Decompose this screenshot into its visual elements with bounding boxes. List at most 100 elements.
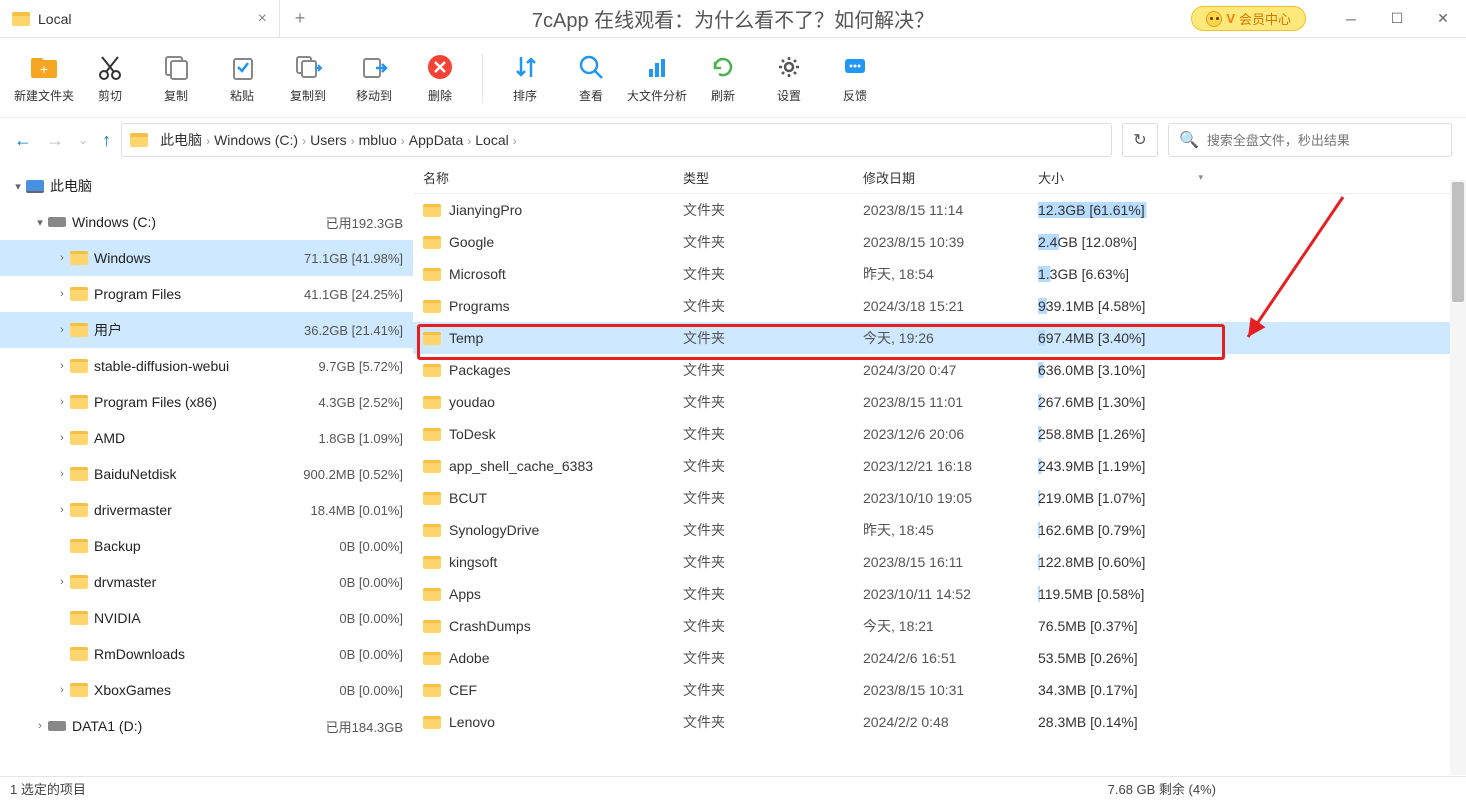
breadcrumb-item[interactable]: AppData <box>405 130 467 150</box>
chevron-icon[interactable]: ▾ <box>32 216 48 229</box>
sidebar-tree: ▾此电脑▾Windows (C:)已用192.3GB›Windows71.1GB… <box>0 162 413 776</box>
forward-button[interactable]: → <box>46 130 64 151</box>
tree-item[interactable]: ›Program Files (x86)4.3GB [2.52%] <box>0 384 413 420</box>
minimize-button[interactable]: ─ <box>1328 0 1374 38</box>
folder-icon <box>70 287 88 301</box>
breadcrumb-item[interactable]: mbluo <box>355 130 401 150</box>
vip-badge[interactable]: V 会员中心 <box>1191 6 1306 31</box>
chevron-icon[interactable]: › <box>54 468 70 480</box>
file-row[interactable]: CrashDumps文件夹今天, 18:2176.5MB [0.37%] <box>413 610 1466 642</box>
history-dropdown[interactable]: ⌄ <box>78 133 88 147</box>
tree-item[interactable]: ▾此电脑 <box>0 168 413 204</box>
address-row: ← → ⌄ ↑ 此电脑›Windows (C:)›Users›mbluo›App… <box>0 118 1466 162</box>
delete-icon <box>424 51 456 83</box>
chevron-icon[interactable]: › <box>54 684 70 696</box>
chevron-icon[interactable]: › <box>54 324 70 336</box>
file-row[interactable]: ToDesk文件夹2023/12/6 20:06258.8MB [1.26%] <box>413 418 1466 450</box>
breadcrumb-item[interactable]: Local <box>471 130 512 150</box>
tree-item[interactable]: ›DATA1 (D:)已用184.3GB <box>0 708 413 744</box>
tab-close-icon[interactable]: × <box>258 10 267 28</box>
chevron-icon[interactable]: › <box>54 504 70 516</box>
tool-sort[interactable]: 排序 <box>493 43 557 113</box>
col-name[interactable]: 名称 <box>413 168 683 187</box>
breadcrumb-item[interactable]: 此电脑 <box>156 130 206 150</box>
file-row[interactable]: BCUT文件夹2023/10/10 19:05219.0MB [1.07%] <box>413 482 1466 514</box>
breadcrumb-item[interactable]: Windows (C:) <box>210 130 302 150</box>
col-size[interactable]: 大小▾ <box>1038 168 1213 187</box>
tree-item[interactable]: Backup0B [0.00%] <box>0 528 413 564</box>
tool-move-to[interactable]: 移动到 <box>342 43 406 113</box>
file-row[interactable]: JianyingPro文件夹2023/8/15 11:1412.3GB [61.… <box>413 194 1466 226</box>
search-input[interactable] <box>1207 133 1441 148</box>
chevron-icon[interactable]: › <box>54 396 70 408</box>
breadcrumb-item[interactable]: Users <box>306 130 351 150</box>
tool-cut[interactable]: 剪切 <box>78 43 142 113</box>
refresh-button[interactable]: ↻ <box>1122 123 1158 157</box>
back-button[interactable]: ← <box>14 130 32 151</box>
file-row[interactable]: youdao文件夹2023/8/15 11:01267.6MB [1.30%] <box>413 386 1466 418</box>
tool-view[interactable]: 查看 <box>559 43 623 113</box>
file-row[interactable]: kingsoft文件夹2023/8/15 16:11122.8MB [0.60%… <box>413 546 1466 578</box>
col-date[interactable]: 修改日期 <box>863 168 1038 187</box>
up-button[interactable]: ↑ <box>102 130 111 151</box>
address-bar[interactable]: 此电脑›Windows (C:)›Users›mbluo›AppData›Loc… <box>121 123 1112 157</box>
tab-local[interactable]: Local × <box>0 0 280 38</box>
tree-item[interactable]: NVIDIA0B [0.00%] <box>0 600 413 636</box>
chevron-icon[interactable]: › <box>54 360 70 372</box>
file-row[interactable]: Packages文件夹2024/3/20 0:47636.0MB [3.10%] <box>413 354 1466 386</box>
tree-item[interactable]: ›stable-diffusion-webui9.7GB [5.72%] <box>0 348 413 384</box>
titlebar: Local × + 7cApp 在线观看：为什么看不了？如何解决？ V 会员中心… <box>0 0 1466 38</box>
chevron-icon[interactable]: › <box>54 576 70 588</box>
tree-item[interactable]: RmDownloads0B [0.00%] <box>0 636 413 672</box>
file-row[interactable]: app_shell_cache_6383文件夹2023/12/21 16:182… <box>413 450 1466 482</box>
tool-refresh[interactable]: 刷新 <box>691 43 755 113</box>
maximize-button[interactable]: ☐ <box>1374 0 1420 38</box>
new-tab-button[interactable]: + <box>280 8 320 29</box>
folder-icon <box>423 236 441 249</box>
folder-icon <box>423 524 441 537</box>
list-header: 名称 类型 修改日期 大小▾ <box>413 162 1466 194</box>
chevron-icon[interactable]: ▾ <box>10 180 26 193</box>
file-row[interactable]: Programs文件夹2024/3/18 15:21939.1MB [4.58%… <box>413 290 1466 322</box>
tab-title: Local <box>38 11 258 27</box>
file-row[interactable]: Lenovo文件夹2024/2/2 0:4828.3MB [0.14%] <box>413 706 1466 738</box>
tree-item[interactable]: ›drivermaster18.4MB [0.01%] <box>0 492 413 528</box>
file-row[interactable]: Apps文件夹2023/10/11 14:52119.5MB [0.58%] <box>413 578 1466 610</box>
cut-icon <box>94 51 126 83</box>
close-button[interactable]: ✕ <box>1420 0 1466 38</box>
tool-copy-to[interactable]: 复制到 <box>276 43 340 113</box>
search-box[interactable]: 🔍 <box>1168 123 1452 157</box>
file-row[interactable]: Adobe文件夹2024/2/6 16:5153.5MB [0.26%] <box>413 642 1466 674</box>
tree-item[interactable]: ›AMD1.8GB [1.09%] <box>0 420 413 456</box>
file-row[interactable]: Temp文件夹今天, 19:26697.4MB [3.40%] <box>413 322 1466 354</box>
chevron-icon[interactable]: › <box>32 720 48 732</box>
tree-item[interactable]: ›用户36.2GB [21.41%] <box>0 312 413 348</box>
folder-icon <box>70 575 88 589</box>
chevron-icon[interactable]: › <box>54 288 70 300</box>
folder-icon <box>423 300 441 313</box>
folder-icon <box>70 647 88 661</box>
tool-feedback[interactable]: 反馈 <box>823 43 887 113</box>
file-row[interactable]: CEF文件夹2023/8/15 10:3134.3MB [0.17%] <box>413 674 1466 706</box>
tool-delete[interactable]: 删除 <box>408 43 472 113</box>
tree-item[interactable]: ›drvmaster0B [0.00%] <box>0 564 413 600</box>
file-row[interactable]: Microsoft文件夹昨天, 18:541.3GB [6.63%] <box>413 258 1466 290</box>
file-row[interactable]: Google文件夹2023/8/15 10:392.4GB [12.08%] <box>413 226 1466 258</box>
chevron-icon[interactable]: › <box>54 252 70 264</box>
tool-new-folder[interactable]: +新建文件夹 <box>12 43 76 113</box>
chevron-icon[interactable]: › <box>54 432 70 444</box>
tool-paste[interactable]: 粘贴 <box>210 43 274 113</box>
tree-item[interactable]: ▾Windows (C:)已用192.3GB <box>0 204 413 240</box>
tree-item[interactable]: ›BaiduNetdisk900.2MB [0.52%] <box>0 456 413 492</box>
tool-copy[interactable]: 复制 <box>144 43 208 113</box>
scrollbar-vertical[interactable] <box>1450 180 1466 775</box>
tree-item[interactable]: ›Program Files41.1GB [24.25%] <box>0 276 413 312</box>
tree-item[interactable]: ›Windows71.1GB [41.98%] <box>0 240 413 276</box>
refresh-icon <box>707 51 739 83</box>
tool-settings[interactable]: 设置 <box>757 43 821 113</box>
tree-item[interactable]: ›XboxGames0B [0.00%] <box>0 672 413 708</box>
file-list: 名称 类型 修改日期 大小▾ JianyingPro文件夹2023/8/15 1… <box>413 162 1466 776</box>
file-row[interactable]: SynologyDrive文件夹昨天, 18:45162.6MB [0.79%] <box>413 514 1466 546</box>
col-type[interactable]: 类型 <box>683 168 863 187</box>
tool-bigfile[interactable]: 大文件分析 <box>625 43 689 113</box>
